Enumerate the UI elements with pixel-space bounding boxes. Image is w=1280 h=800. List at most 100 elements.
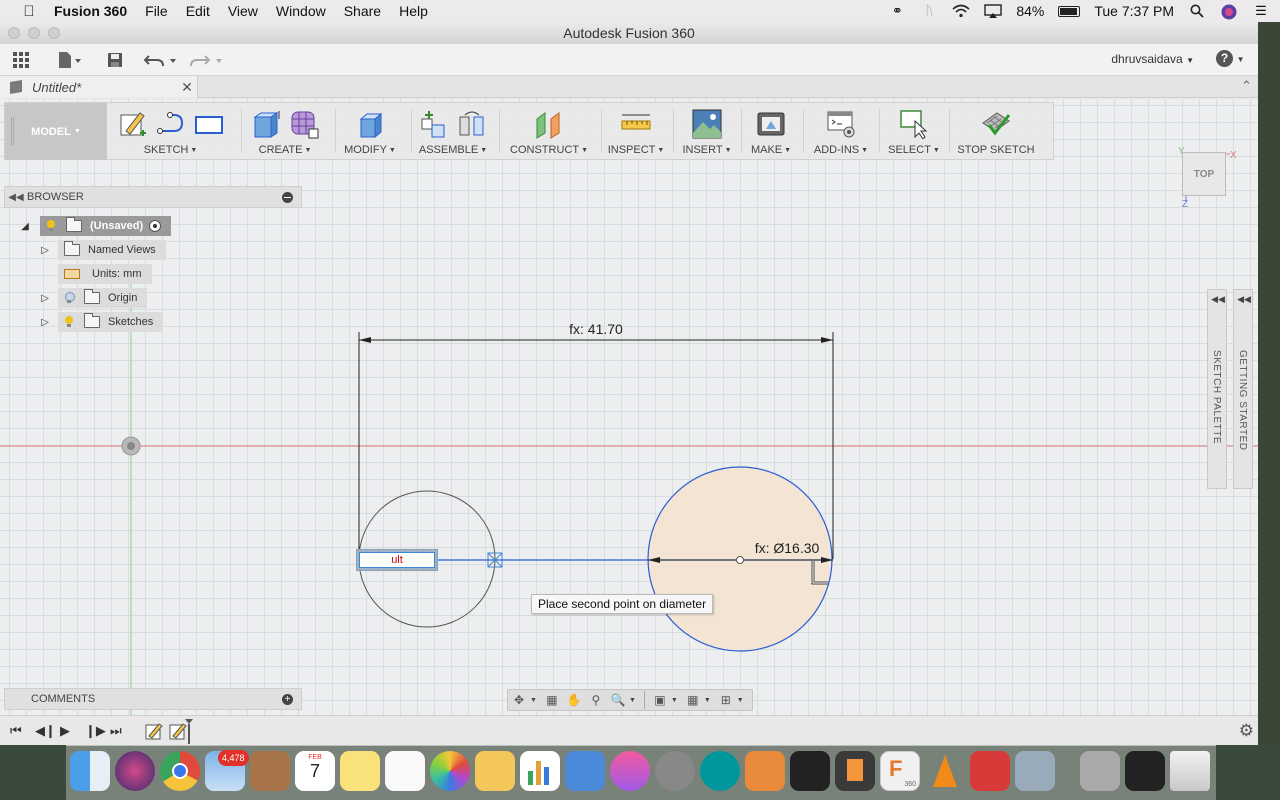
sublime-text-icon[interactable] [835,751,875,791]
measure-icon[interactable] [621,109,651,139]
redo-icon[interactable] [188,48,226,72]
new-component-icon[interactable] [419,109,449,139]
create-sketch-icon[interactable] [118,109,148,139]
chevron-down-icon[interactable]: ▼ [737,697,744,704]
creative-cloud-icon[interactable]: ⚭ [888,4,906,18]
apple-icon[interactable]:  [20,3,38,20]
terminal-icon[interactable] [790,751,830,791]
siri-icon[interactable] [115,751,155,791]
clock[interactable]: Tue 7:37 PM [1094,3,1174,19]
sketch-palette-tab[interactable]: ◀◀ SKETCH PALETTE [1207,289,1227,489]
save-icon[interactable] [104,48,126,72]
grid-settings-icon[interactable]: ▦ [682,690,704,710]
grip-handle[interactable] [11,117,14,145]
go-to-start-icon[interactable]: ⏮ [10,723,22,739]
chevron-down-icon[interactable]: ▼ [704,697,711,704]
extrude-icon[interactable] [251,109,281,139]
browser-item-sketches[interactable]: ▷ Sketches [38,312,164,332]
getting-started-tab[interactable]: ◀◀ GETTING STARTED [1233,289,1253,489]
toolbar-inspect-menu[interactable]: INSPECT ▼ [605,144,667,156]
wifi-icon[interactable] [952,4,970,18]
help-menu[interactable]: ? ▼ [1216,50,1246,67]
press-pull-icon[interactable] [355,109,385,139]
toolbar-assemble-menu[interactable]: ASSEMBLE ▼ [415,144,491,156]
toolbar-modify-menu[interactable]: MODIFY ▼ [339,144,401,156]
3d-print-icon[interactable] [756,109,786,139]
contacts-icon[interactable] [250,751,290,791]
collapse-ribbon-icon[interactable]: ⌃ [1241,78,1252,94]
vlc-icon[interactable] [925,751,965,791]
toolbar-create-menu[interactable]: CREATE ▼ [245,144,325,156]
display-settings-icon[interactable]: ▣ [649,690,671,710]
downloads-stack-icon[interactable] [1080,751,1120,791]
play-icon[interactable]: ▶ [60,723,70,739]
system-preferences-icon[interactable] [655,751,695,791]
browser-root-node[interactable]: (Unsaved) [40,216,172,236]
siri-icon[interactable] [1220,4,1238,20]
scripts-addins-icon[interactable] [826,109,856,139]
fusion-360-icon[interactable]: F 360 [880,751,920,791]
expander-right-icon[interactable]: ▷ [38,317,52,328]
stop-sketch-icon[interactable] [981,109,1011,139]
insert-image-icon[interactable] [692,109,722,139]
toolbar-insert-menu[interactable]: INSERT ▼ [677,144,737,156]
undo-icon[interactable] [142,48,180,72]
itunes-icon[interactable] [610,751,650,791]
menu-view[interactable]: View [228,3,258,19]
chevron-down-icon[interactable]: ▼ [629,697,636,704]
comments-panel-header[interactable]: COMMENTS + [4,688,302,710]
toolbar-select-menu[interactable]: SELECT ▼ [883,144,945,156]
menu-app-name[interactable]: Fusion 360 [54,3,127,19]
photos-icon[interactable] [430,751,470,791]
zoom-window-button[interactable] [48,27,60,39]
pages-icon[interactable] [475,751,515,791]
menu-window[interactable]: Window [276,3,326,19]
arduino-icon[interactable] [700,751,740,791]
visibility-bulb-icon[interactable] [62,315,76,329]
activate-radio-icon[interactable] [149,220,162,232]
browser-item-origin[interactable]: ▷ Origin [38,288,148,308]
line-tool-icon[interactable] [156,109,186,139]
reminders-icon[interactable] [385,751,425,791]
finder-icon[interactable] [70,751,110,791]
numbers-icon[interactable] [520,751,560,791]
expander-down-icon[interactable]: ◢ [18,221,32,232]
expand-getting-started-icon[interactable]: ◀◀ [1234,294,1254,305]
sketchup-icon[interactable] [970,751,1010,791]
look-at-icon[interactable]: ▦ [541,690,563,710]
keynote-icon[interactable] [565,751,605,791]
select-icon[interactable] [899,109,929,140]
add-comment-icon[interactable]: + [282,694,293,705]
toolbar-make-menu[interactable]: MAKE ▼ [745,144,797,156]
trash-icon[interactable] [1170,751,1210,791]
visibility-bulb-icon[interactable] [44,219,58,233]
notes-icon[interactable] [340,751,380,791]
airplay-icon[interactable] [984,4,1003,18]
joint-icon[interactable] [457,109,487,139]
bluetooth-icon[interactable]: ᚢ [920,4,938,18]
expander-right-icon[interactable]: ▷ [38,245,52,256]
user-account-menu[interactable]: dhruvsaidava ▼ [1111,52,1194,66]
form-icon[interactable] [289,109,319,139]
minimize-window-button[interactable] [28,27,40,39]
document-tab[interactable]: Untitled* ✕ [0,76,198,98]
toolbar-addins-menu[interactable]: ADD-INS ▼ [807,144,875,156]
zoom-icon[interactable]: ⚲ [585,690,607,710]
menu-share[interactable]: Share [344,3,381,19]
notification-center-icon[interactable]: ☰ [1252,4,1270,18]
dimension-input-field[interactable]: ult [359,552,435,568]
viewports-icon[interactable]: ⊞ [715,690,737,710]
rectangle-tool-icon[interactable] [194,109,224,139]
timeline-settings-gear-icon[interactable]: ⚙ [1239,721,1254,741]
step-forward-icon[interactable]: ❙▶ [85,723,106,739]
timeline-marker[interactable] [184,718,194,747]
timeline-sketch-icon[interactable] [144,721,164,744]
step-back-icon[interactable]: ◀❙ [35,723,56,739]
visibility-bulb-off-icon[interactable] [62,291,76,305]
toolbar-sketch-menu[interactable]: SKETCH ▼ [113,144,228,156]
browser-item-units[interactable]: Units: mm [58,264,152,284]
toolbar-construct-menu[interactable]: CONSTRUCT ▼ [503,144,595,156]
expand-palette-icon[interactable]: ◀◀ [1208,294,1228,305]
close-window-button[interactable] [8,27,20,39]
menu-file[interactable]: File [145,3,168,19]
